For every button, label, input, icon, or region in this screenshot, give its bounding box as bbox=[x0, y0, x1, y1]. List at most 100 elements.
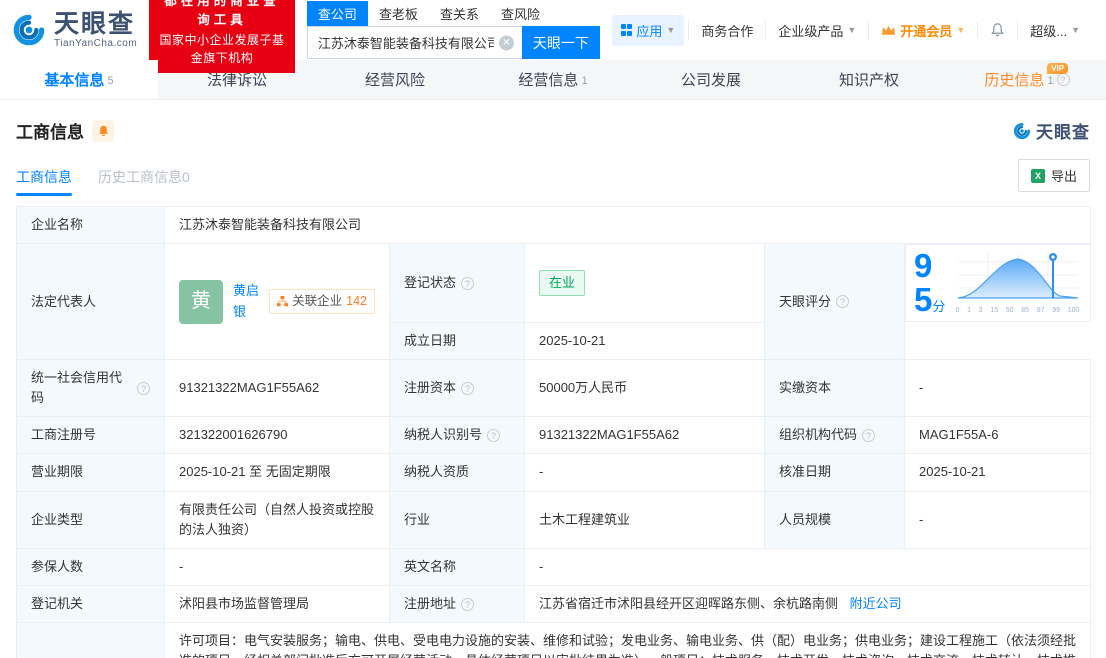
nav-enterprise[interactable]: 企业级产品 ▼ bbox=[765, 20, 868, 40]
help-icon[interactable]: ? bbox=[137, 381, 150, 395]
help-icon[interactable]: ? bbox=[461, 276, 475, 290]
field-label: 成立日期 bbox=[389, 321, 525, 361]
tab-legal-litigation[interactable]: 法律诉讼 bbox=[158, 60, 316, 99]
score-axis-labels: 01 3 15 50 85 97 99 100 bbox=[955, 306, 1080, 314]
staff-size: - bbox=[904, 490, 1091, 549]
search-input[interactable] bbox=[306, 26, 522, 59]
nearby-companies-link[interactable]: 附近公司 bbox=[850, 596, 902, 611]
search-button[interactable]: 天眼一下 bbox=[521, 26, 600, 59]
tab-intellectual-property[interactable]: 知识产权 bbox=[790, 60, 948, 99]
table-row: 登记机关 沭阳县市场监督管理局 注册地址? 江苏省宿迁市沭阳县经开区迎晖路东侧、… bbox=[16, 585, 1091, 624]
table-row: 参保人数 - 英文名称 - bbox=[16, 547, 1091, 587]
main-content: 工商信息 天眼查 工商信息 历史工商信息0 X 导出 企业名称 江苏沐泰智能装备… bbox=[0, 100, 1106, 658]
field-label: 纳税人识别号? bbox=[389, 416, 525, 455]
score-value: 95 bbox=[914, 247, 933, 319]
business-info-table: 企业名称 江苏沐泰智能装备科技有限公司 法定代表人 黄 黄启银 关联企业 142… bbox=[16, 205, 1091, 658]
approval-date: 2025-10-21 bbox=[904, 453, 1091, 492]
tianyancha-swirl-icon bbox=[1013, 122, 1031, 139]
score-distribution-chart: 01 3 15 50 85 97 99 100 bbox=[954, 250, 1082, 317]
chevron-down-icon: ▼ bbox=[847, 25, 857, 35]
search-tab-boss[interactable]: 查老板 bbox=[368, 1, 429, 26]
tab-operating-risk[interactable]: 经营风险 bbox=[316, 60, 474, 99]
search-tab-risk[interactable]: 查风险 bbox=[490, 1, 551, 26]
english-name: - bbox=[524, 547, 1091, 587]
search-area: 查公司 查老板 查关系 查风险 ✕ 天眼一下 bbox=[306, 1, 600, 59]
logo-title: 天眼查 bbox=[54, 9, 136, 38]
registered-address: 江苏省宿迁市沭阳县经开区迎晖路东侧、余杭路南侧 附近公司 bbox=[524, 585, 1091, 624]
industry: 土木工程建筑业 bbox=[524, 490, 765, 549]
legal-rep-link[interactable]: 黄启银 bbox=[233, 281, 259, 321]
field-label: 登记机关 bbox=[16, 585, 165, 624]
section-title: 工商信息 bbox=[16, 123, 84, 142]
paid-capital: - bbox=[904, 359, 1091, 418]
chevron-down-icon: ▼ bbox=[666, 25, 676, 35]
subtab-business-info[interactable]: 工商信息 bbox=[16, 167, 72, 196]
table-row: 企业名称 江苏沐泰智能装备科技有限公司 bbox=[16, 205, 1091, 245]
taxpayer-quality: - bbox=[524, 453, 765, 492]
business-scope: 许可项目：电气安装服务；输电、供电、受电电力设施的安装、维修和试验；发电业务、输… bbox=[164, 622, 1091, 658]
help-icon[interactable]: ? bbox=[836, 295, 850, 309]
legal-rep-avatar[interactable]: 黄 bbox=[179, 279, 223, 324]
field-label: 工商注册号 bbox=[16, 416, 165, 455]
field-label: 天眼评分? bbox=[764, 243, 905, 361]
field-label: 注册资本? bbox=[389, 359, 525, 418]
chevron-down-icon: ▼ bbox=[956, 25, 966, 35]
field-label: 登记状态? bbox=[389, 243, 525, 323]
apps-grid-icon bbox=[620, 24, 633, 36]
tab-operating-info[interactable]: 经营信息 1 bbox=[474, 60, 632, 99]
search-tab-relation[interactable]: 查关系 bbox=[429, 1, 490, 26]
help-icon[interactable]: ? bbox=[487, 428, 501, 442]
org-chart-icon bbox=[277, 296, 289, 307]
table-row: 工商注册号 321322001626790 纳税人识别号? 91321322MA… bbox=[16, 416, 1091, 455]
company-tab-bar: 基本信息 5 法律诉讼 经营风险 经营信息 1 公司发展 知识产权 VIP 历史信息… bbox=[0, 60, 1106, 100]
company-name: 江苏沐泰智能装备科技有限公司 bbox=[164, 205, 1091, 245]
table-row: 企业类型 有限责任公司（自然人投资或控股的法人独资） 行业 土木工程建筑业 人员… bbox=[16, 490, 1091, 549]
status-badge: 在业 bbox=[539, 269, 586, 297]
field-label: 人员规模 bbox=[764, 490, 905, 549]
tianyancha-logo[interactable]: 天眼查 TianYanCha.com bbox=[10, 11, 137, 49]
field-label: 法定代表人 bbox=[16, 243, 165, 361]
business-term: 2025-10-21 至 无固定期限 bbox=[164, 453, 390, 492]
search-tab-company[interactable]: 查公司 bbox=[306, 1, 368, 26]
table-row: 经营范围? 许可项目：电气安装服务；输电、供电、受电电力设施的安装、维修和试验；… bbox=[16, 622, 1091, 658]
tab-basic-info[interactable]: 基本信息 5 bbox=[0, 60, 158, 99]
bell-icon bbox=[991, 23, 1005, 37]
search-tabs: 查公司 查老板 查关系 查风险 bbox=[306, 1, 600, 26]
chevron-down-icon: ▼ bbox=[1071, 25, 1080, 35]
top-nav: 应用 ▼ 商务合作 企业级产品 ▼ 开通会员 ▼ 超级... ▼ bbox=[611, 14, 1092, 46]
help-icon[interactable]: ? bbox=[461, 597, 475, 611]
org-code: MAG1F55A-6 bbox=[904, 416, 1091, 455]
excel-icon: X bbox=[1030, 168, 1045, 183]
credit-code: 91321322MAG1F55A62 bbox=[164, 359, 390, 418]
company-type: 有限责任公司（自然人投资或控股的法人独资） bbox=[164, 490, 390, 549]
tianyan-score: 95分 0 1 3 15 50 85 97 99 100 bbox=[905, 244, 1091, 323]
field-label: 企业名称 bbox=[16, 205, 165, 245]
crown-icon bbox=[882, 25, 896, 35]
export-button[interactable]: X 导出 bbox=[1017, 159, 1090, 192]
help-icon[interactable]: ? bbox=[862, 428, 876, 442]
help-icon[interactable]: ? bbox=[461, 381, 475, 395]
registration-number: 321322001626790 bbox=[164, 416, 390, 455]
tab-history-info[interactable]: VIP 历史信息 1 ? bbox=[948, 60, 1106, 99]
nav-cooperation[interactable]: 商务合作 bbox=[688, 20, 765, 40]
subtab-history-business-info[interactable]: 历史工商信息0 bbox=[98, 167, 190, 196]
tianyancha-swirl-icon bbox=[13, 14, 45, 46]
establish-date: 2025-10-21 bbox=[524, 321, 765, 361]
vip-badge: VIP bbox=[1047, 63, 1069, 74]
field-label: 实缴资本 bbox=[764, 359, 905, 418]
nav-notifications[interactable] bbox=[977, 22, 1017, 38]
promo-line1: 都在用的商业查询工具 bbox=[164, 0, 280, 28]
nav-open-vip[interactable]: 开通会员 ▼ bbox=[868, 20, 977, 40]
field-label: 注册地址? bbox=[389, 585, 525, 624]
registration-authority: 沭阳县市场监督管理局 bbox=[164, 585, 390, 624]
subscribe-bell-button[interactable] bbox=[92, 119, 114, 142]
top-header: 天眼查 TianYanCha.com 都在用的商业查询工具 国家中小企业发展子基… bbox=[0, 0, 1106, 73]
table-row: 法定代表人 黄 黄启银 关联企业 142 登记状态 ? 在业 天眼评分 ? 95… bbox=[16, 243, 1091, 361]
nav-account[interactable]: 超级... ▼ bbox=[1017, 20, 1092, 40]
tab-company-development[interactable]: 公司发展 bbox=[632, 60, 790, 99]
bell-icon bbox=[98, 125, 108, 136]
nav-apps[interactable]: 应用 ▼ bbox=[611, 14, 685, 46]
help-icon[interactable]: ? bbox=[1056, 73, 1070, 86]
clear-search-icon[interactable]: ✕ bbox=[498, 35, 514, 50]
related-companies-badge[interactable]: 关联企业 142 bbox=[269, 288, 375, 315]
